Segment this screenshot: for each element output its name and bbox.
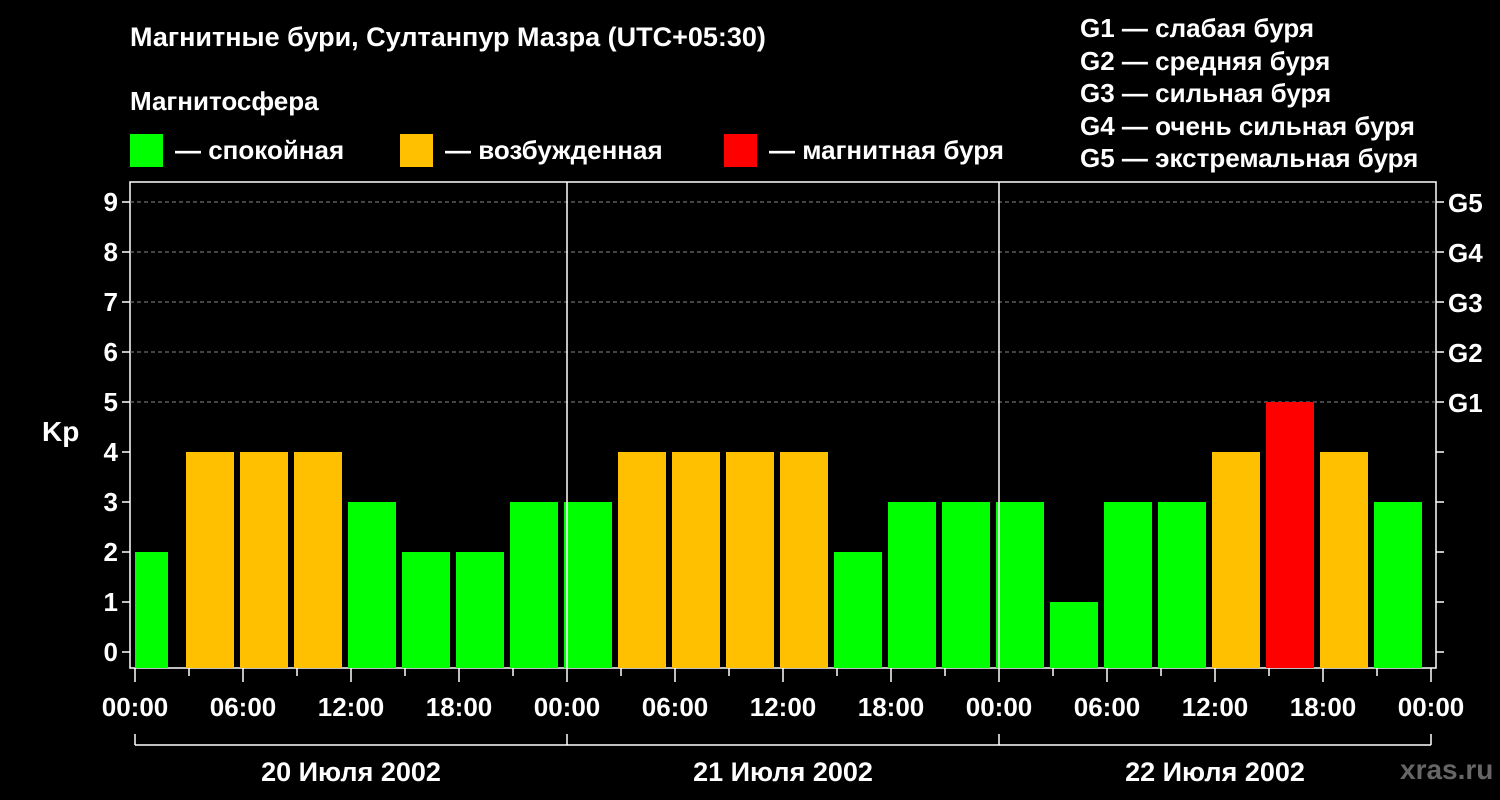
x-tick-label: 12:00 (318, 692, 385, 722)
g-scale-label: G3 (1448, 288, 1483, 318)
y-axis-label: Kp (42, 416, 79, 447)
y-tick-label: 0 (104, 637, 118, 667)
x-tick-label: 06:00 (642, 692, 709, 722)
day-label: 22 Июля 2002 (1125, 757, 1305, 787)
kp-bar (672, 452, 720, 668)
x-tick-label: 18:00 (426, 692, 493, 722)
g-scale-label: G1 (1448, 388, 1483, 418)
kp-bar (564, 502, 612, 668)
x-tick-label: 06:00 (210, 692, 277, 722)
y-tick-label: 3 (104, 487, 118, 517)
kp-bar (1050, 602, 1098, 668)
kp-bar (510, 502, 558, 668)
kp-bar (888, 502, 936, 668)
y-tick-label: 6 (104, 337, 118, 367)
kp-bar (780, 452, 828, 668)
kp-bar (186, 452, 234, 668)
y-tick-label: 2 (104, 537, 118, 567)
y-tick-label: 5 (104, 387, 118, 417)
kp-bar (996, 502, 1044, 668)
kp-bar (834, 552, 882, 668)
x-tick-label: 00:00 (1398, 692, 1465, 722)
day-label: 21 Июля 2002 (693, 757, 873, 787)
kp-bar-chart: 0 1 2 3 4 5 6 7 8 9 G1 G2 G3 G4 G5 Kp 00:00 06:00 12:00 18:… (42, 181, 1483, 787)
kp-bar (1320, 452, 1368, 668)
kp-bar (1212, 452, 1260, 668)
y-tick-label: 8 (104, 237, 118, 267)
x-tick-label: 18:00 (858, 692, 925, 722)
kp-bar (726, 452, 774, 668)
x-tick-label: 06:00 (1074, 692, 1141, 722)
day-label: 20 Июля 2002 (261, 757, 441, 787)
kp-bar (942, 502, 990, 668)
kp-bar (1158, 502, 1206, 668)
kp-bar (456, 552, 504, 668)
watermark: xras.ru (1400, 754, 1494, 785)
x-tick-label: 00:00 (534, 692, 601, 722)
y-tick-label: 4 (104, 437, 119, 467)
y-tick-label: 9 (104, 187, 118, 217)
y-tick-label: 7 (104, 287, 118, 317)
kp-bar (294, 452, 342, 668)
x-tick-label: 12:00 (750, 692, 817, 722)
x-tick-label: 00:00 (102, 692, 169, 722)
x-tick-label: 12:00 (1182, 692, 1249, 722)
g-scale-label: G2 (1448, 338, 1483, 368)
kp-bar (1374, 502, 1422, 668)
g-scale-label: G4 (1448, 238, 1483, 268)
x-tick-label: 18:00 (1290, 692, 1357, 722)
kp-bar (402, 552, 450, 668)
kp-bar (348, 502, 396, 668)
kp-bar (1104, 502, 1152, 668)
y-tick-label: 1 (104, 587, 118, 617)
kp-bar (135, 552, 168, 668)
kp-bar (240, 452, 288, 668)
kp-bar (1266, 402, 1314, 668)
x-tick-label: 00:00 (966, 692, 1033, 722)
kp-bar (618, 452, 666, 668)
g-scale-label: G5 (1448, 188, 1483, 218)
